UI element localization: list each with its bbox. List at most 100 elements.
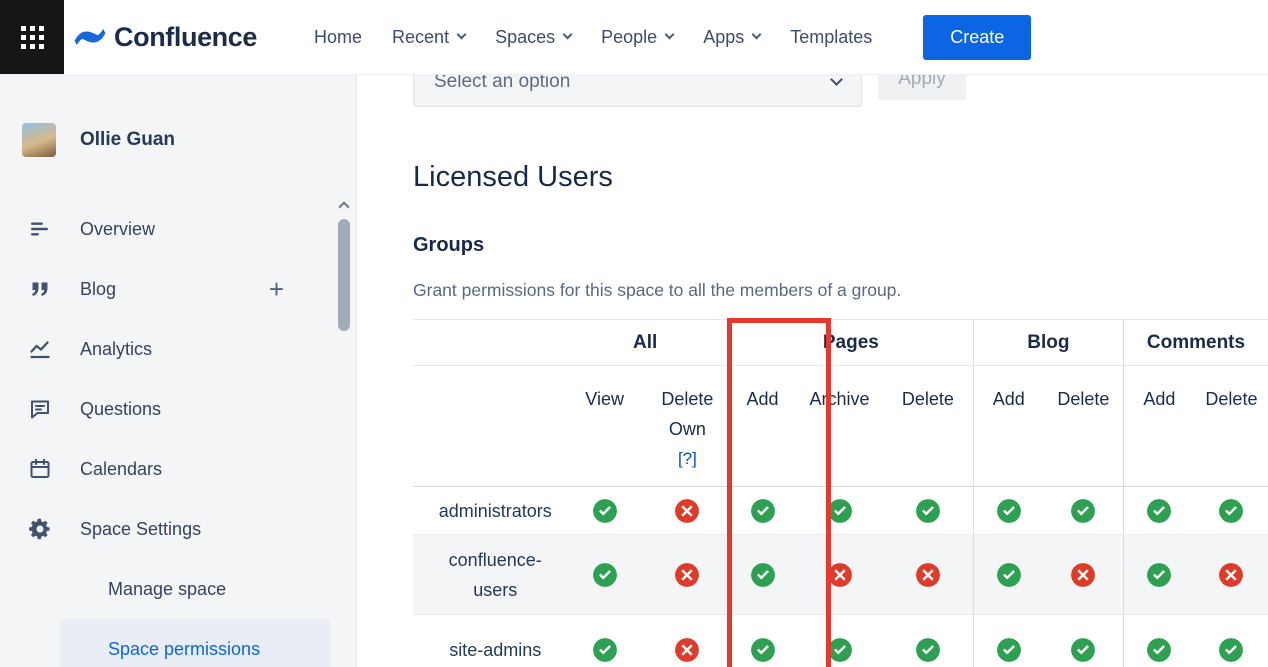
nav-item-spaces[interactable]: Spaces bbox=[480, 27, 586, 48]
table-row-confluence-users: confluence-users bbox=[413, 534, 1268, 615]
column-header-label: View bbox=[585, 389, 624, 409]
brand-name: Confluence bbox=[114, 21, 258, 52]
nav-item-label: Templates bbox=[790, 26, 873, 47]
column-header-label: Add bbox=[1143, 389, 1176, 409]
permission-cell bbox=[882, 486, 974, 535]
permission-cell bbox=[727, 534, 797, 615]
add-blog-icon[interactable]: + bbox=[269, 276, 284, 302]
permission-cell bbox=[646, 614, 729, 667]
nav-item-home[interactable]: Home bbox=[299, 27, 377, 48]
permission-cell bbox=[796, 486, 883, 535]
permission-denied-icon bbox=[647, 498, 728, 524]
sidebar-item-analytics[interactable]: Analytics bbox=[0, 319, 356, 379]
permission-cell bbox=[972, 614, 1044, 667]
column-header-delete-own-1: Delete Own [?] bbox=[646, 365, 729, 487]
permission-granted-icon bbox=[1124, 562, 1195, 588]
column-header-label: Archive bbox=[809, 389, 870, 409]
user-name: Ollie Guan bbox=[80, 129, 176, 150]
permission-cell bbox=[1122, 534, 1195, 615]
permission-granted-icon bbox=[1124, 637, 1195, 663]
permission-cell bbox=[562, 614, 647, 667]
nav-item-apps[interactable]: Apps bbox=[688, 27, 775, 48]
nav-item-label: Apps bbox=[703, 26, 745, 47]
sidebar-item-label: Questions bbox=[80, 398, 162, 419]
sidebar-menu: Overview Blog + Analytics Questions Calendars… bbox=[0, 199, 356, 667]
column-header-delete-4: Delete bbox=[882, 365, 974, 487]
permission-granted-icon bbox=[562, 562, 646, 588]
column-header-add-7: Add bbox=[1122, 365, 1195, 487]
chevron-down-icon bbox=[562, 29, 573, 40]
column-header-delete-8: Delete bbox=[1194, 365, 1268, 487]
column-header-label: Delete bbox=[1057, 389, 1110, 409]
permission-granted-icon bbox=[729, 562, 796, 588]
confluence-logo[interactable]: Confluence bbox=[74, 21, 257, 53]
sidebar-item-overview[interactable]: Overview bbox=[0, 199, 356, 259]
permission-granted-icon bbox=[1044, 498, 1123, 524]
main-content: Select an option Apply Licensed Users Gr… bbox=[358, 0, 1268, 667]
permission-granted-icon bbox=[883, 498, 973, 524]
permission-denied-icon bbox=[1044, 562, 1123, 588]
group-permissions-table: All Pages Blog Comments View Delete Own [?] Add… bbox=[413, 319, 1268, 667]
delete-own-help-link[interactable]: [?] bbox=[647, 444, 728, 474]
chevron-down-icon bbox=[664, 29, 675, 40]
permission-granted-icon bbox=[974, 562, 1044, 588]
permission-cell bbox=[1194, 486, 1268, 535]
scrollbar-thumb[interactable] bbox=[338, 219, 350, 331]
permission-granted-icon bbox=[974, 637, 1044, 663]
sidebar-item-questions[interactable]: Questions bbox=[0, 379, 356, 439]
table-body: administrators confluence-users site-admin… bbox=[413, 486, 1268, 667]
column-header-archive-3: Archive bbox=[796, 365, 883, 487]
permission-granted-icon bbox=[729, 498, 796, 524]
group-name-cell: administrators bbox=[413, 486, 563, 535]
user-avatar bbox=[22, 123, 56, 157]
sidebar-user[interactable]: Ollie Guan bbox=[22, 123, 175, 157]
permission-cell bbox=[1043, 486, 1124, 535]
permission-granted-icon bbox=[1195, 637, 1268, 663]
chevron-down-icon bbox=[456, 29, 467, 40]
permission-cell bbox=[727, 614, 797, 667]
permission-cell bbox=[727, 486, 797, 535]
permission-denied-icon bbox=[647, 562, 728, 588]
questions-icon bbox=[28, 397, 52, 421]
sidebar-item-calendars[interactable]: Calendars bbox=[0, 439, 356, 499]
column-header-label: Add bbox=[746, 389, 779, 409]
nav-item-templates[interactable]: Templates bbox=[775, 27, 887, 48]
page-title: Licensed Users bbox=[413, 161, 613, 193]
sidebar-item-label: Blog bbox=[80, 278, 117, 299]
nav-item-label: People bbox=[601, 26, 658, 47]
permission-granted-icon bbox=[1124, 498, 1195, 524]
permission-cell bbox=[562, 534, 647, 615]
sidebar-item-blog[interactable]: Blog + bbox=[0, 259, 356, 319]
table-row-administrators: administrators bbox=[413, 486, 1268, 535]
table-head: All Pages Blog Comments View Delete Own [?] Add… bbox=[413, 319, 1268, 487]
permission-cell bbox=[1194, 534, 1268, 615]
app-switcher-button[interactable] bbox=[0, 0, 64, 74]
nav-item-label: Home bbox=[314, 26, 363, 47]
sidebar: Ollie Guan Overview Blog + Analytics Questio… bbox=[0, 75, 357, 667]
nav-item-people[interactable]: People bbox=[586, 27, 688, 48]
create-button[interactable]: Create bbox=[923, 14, 1032, 60]
column-header-label: Delete bbox=[1205, 389, 1258, 409]
scroll-up-arrow-icon[interactable] bbox=[338, 201, 350, 213]
nav-item-recent[interactable]: Recent bbox=[377, 27, 480, 48]
groups-description: Grant permissions for this space to all … bbox=[413, 280, 902, 300]
column-header-add-5: Add bbox=[972, 365, 1044, 487]
permission-denied-icon bbox=[796, 562, 883, 588]
chevron-down-icon bbox=[751, 29, 762, 40]
sidebar-scrollbar[interactable] bbox=[337, 201, 351, 331]
group-name-cell: site-admins bbox=[413, 614, 563, 667]
sidebar-item-space-settings[interactable]: Space Settings bbox=[0, 499, 356, 559]
sidebar-item-manage-space[interactable]: Manage space bbox=[0, 559, 356, 619]
sidebar-item-label: Calendars bbox=[80, 458, 163, 479]
nav-item-label: Recent bbox=[392, 26, 450, 47]
permission-cell bbox=[562, 486, 647, 535]
permission-cell bbox=[1122, 614, 1195, 667]
permission-granted-icon bbox=[974, 498, 1044, 524]
sidebar-item-space-permissions[interactable]: Space permissions bbox=[60, 619, 330, 667]
permission-denied-icon bbox=[883, 562, 973, 588]
sidebar-item-label: Overview bbox=[80, 218, 156, 239]
sidebar-item-label: Space permissions bbox=[108, 638, 261, 659]
blog-quote-icon bbox=[28, 277, 52, 301]
nav-item-label: Spaces bbox=[495, 26, 556, 47]
sidebar-item-label: Analytics bbox=[80, 338, 153, 359]
